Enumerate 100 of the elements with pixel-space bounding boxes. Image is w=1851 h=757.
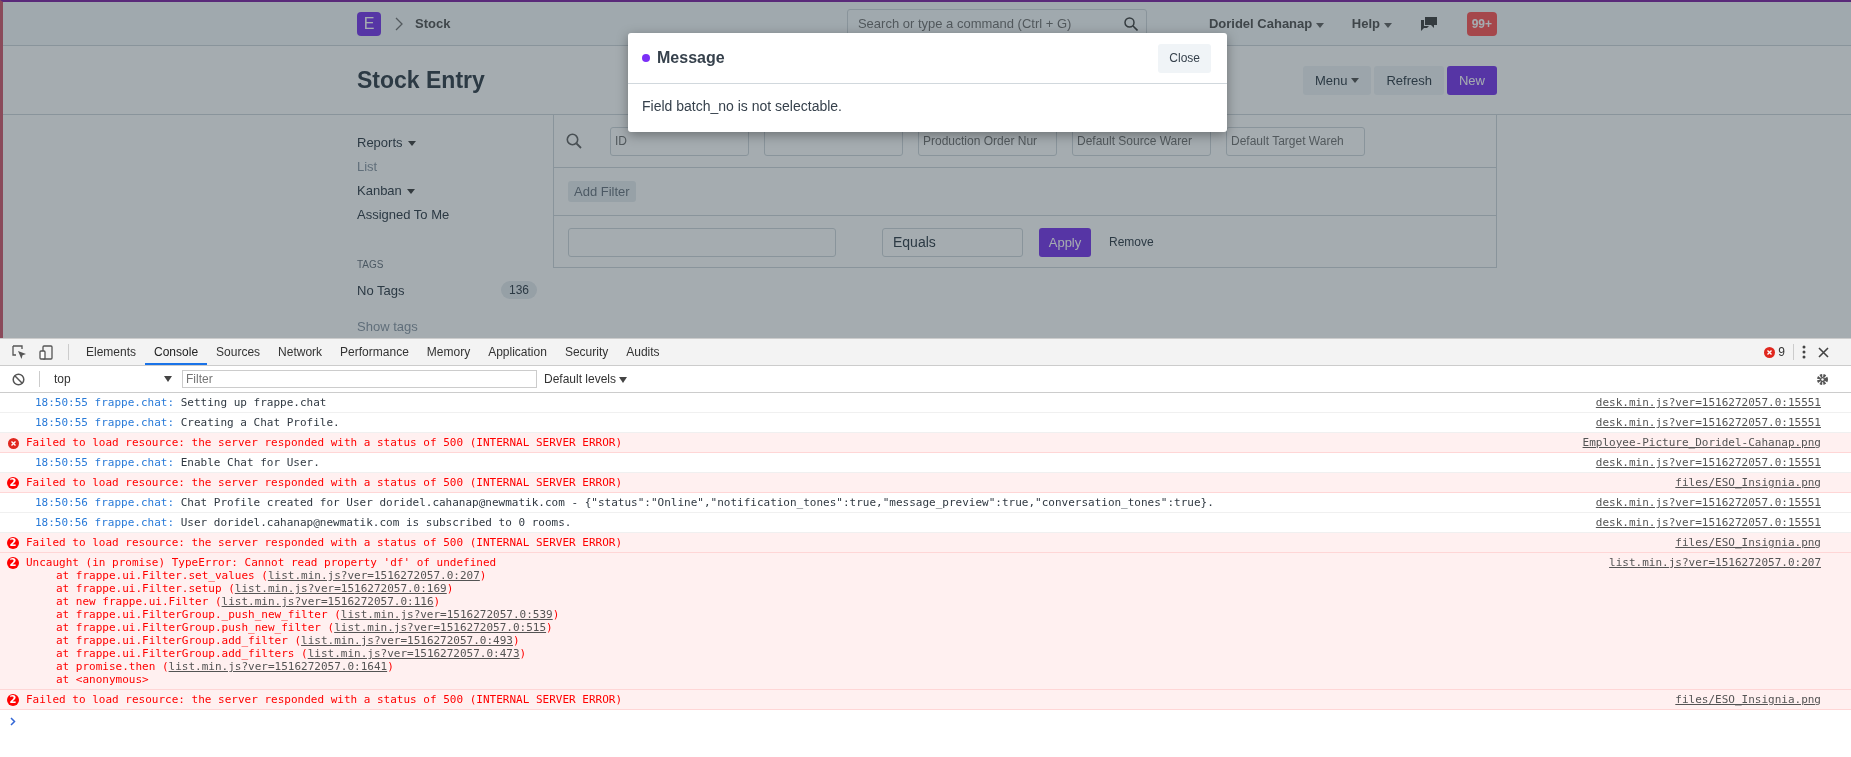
settings-icon[interactable]: [1816, 372, 1829, 386]
stack-paren: ): [387, 660, 394, 673]
apply-button[interactable]: Apply: [1039, 227, 1091, 257]
filter-field[interactable]: [568, 227, 836, 257]
log-timestamp: 18:50:55: [35, 416, 88, 429]
close-icon[interactable]: [1818, 346, 1829, 358]
help-menu[interactable]: Help: [1351, 16, 1392, 31]
stack-link[interactable]: list.min.js?ver=1516272057.0:169: [234, 582, 447, 595]
stack-link[interactable]: list.min.js?ver=1516272057.0:207: [267, 569, 480, 582]
stack-link[interactable]: list.min.js?ver=1516272057.0:1641: [168, 660, 388, 673]
stack-paren: ): [546, 621, 553, 634]
context-select[interactable]: top: [48, 372, 178, 386]
log-source: frappe.chat:: [94, 516, 175, 529]
inspect-icon[interactable]: [12, 344, 27, 360]
error-message: Failed to load resource: the server responded with a status of 500 (INTERNAL SERVER ERROR): [26, 436, 624, 449]
dialog-message: Field batch_no is not selectable.: [641, 97, 843, 116]
sidebar-item[interactable]: Assigned To Me: [357, 203, 553, 227]
log-message: User doridel.cahanap@newmatik.com is subscribed to 0 rooms.: [180, 516, 572, 529]
caret-icon: [407, 140, 416, 146]
stack-link[interactable]: list.min.js?ver=1516272057.0:493: [301, 634, 513, 647]
devtools-tab[interactable]: Application: [479, 339, 556, 365]
stack-frame: at frappe.ui.FilterGroup.push_new_filter (: [56, 621, 335, 634]
stack-link[interactable]: list.min.js?ver=1516272057.0:116: [221, 595, 434, 608]
status-dot-icon: [642, 54, 650, 62]
levels-dropdown[interactable]: Default levels: [544, 372, 628, 386]
page-button[interactable]: New: [1447, 65, 1497, 95]
source-link[interactable]: Employee-Picture_Doridel-Cahanap.png: [1582, 436, 1821, 449]
caret-icon: [406, 188, 415, 194]
page-button[interactable]: Refresh: [1374, 65, 1444, 95]
caret-icon: [1383, 23, 1392, 28]
stack-paren: ): [552, 608, 560, 621]
caret-icon: [1351, 77, 1360, 83]
log-timestamp: 18:50:55: [35, 456, 88, 469]
log-source: frappe.chat:: [94, 496, 175, 509]
repeat-count-badge: 2: [7, 557, 19, 569]
devtools-tab[interactable]: Security: [555, 339, 618, 365]
filter-field[interactable]: Filter: [182, 370, 537, 388]
stack-frame: at frappe.ui.FilterGroup._push_new_filter (: [56, 608, 341, 621]
kebab-menu-icon[interactable]: [1802, 345, 1806, 359]
repeat-count-badge: 2: [7, 694, 19, 706]
chevron-right-icon: [395, 16, 403, 31]
sidebar-item[interactable]: Reports: [357, 131, 553, 155]
caret-icon: [1315, 23, 1324, 28]
prompt-chevron-icon[interactable]: [10, 717, 16, 726]
source-link[interactable]: desk.min.js?ver=1516272057.0:15551: [1595, 516, 1821, 529]
error-icon: [1764, 346, 1776, 358]
app-logo[interactable]: E: [357, 11, 381, 36]
tag-link[interactable]: No Tags: [357, 282, 405, 298]
source-link[interactable]: list.min.js?ver=1516272057.0:207: [1609, 556, 1821, 569]
devtools-tab[interactable]: Audits: [617, 339, 669, 365]
stack-paren: ): [479, 569, 487, 582]
source-link[interactable]: desk.min.js?ver=1516272057.0:15551: [1595, 456, 1821, 469]
tags-heading: TAGS: [357, 259, 385, 272]
stack-link[interactable]: list.min.js?ver=1516272057.0:515: [334, 621, 547, 634]
error-message: Failed to load resource: the server responded with a status of 500 (INTERNAL SERVER ERROR): [26, 693, 624, 706]
error-message: Uncaught (in promise) TypeError: Cannot read property 'df' of undefined: [26, 556, 498, 569]
user-menu[interactable]: Doridel Cahanap: [1208, 16, 1324, 31]
source-link[interactable]: desk.min.js?ver=1516272057.0:15551: [1595, 416, 1821, 429]
stack-paren: ): [519, 647, 527, 660]
error-count[interactable]: 9: [1778, 345, 1785, 359]
sidebar-item[interactable]: Kanban: [357, 179, 553, 203]
stack-frame: at promise.then (: [56, 660, 169, 673]
devtools-tab[interactable]: Elements: [77, 339, 146, 365]
close-button[interactable]: Close: [1158, 43, 1211, 73]
source-link[interactable]: files/ESO_Insignia.png: [1675, 693, 1821, 706]
caret-icon: [619, 377, 628, 383]
log-timestamp: 18:50:55: [35, 396, 88, 409]
log-message: Chat Profile created for User doridel.cahanap@newmatik.com - {"status":"Online","notification_tones":true,"message_preview":true,"conversation_tones":true}.: [180, 496, 1214, 509]
device-icon[interactable]: [39, 344, 54, 360]
stack-paren: ): [446, 582, 454, 595]
search-icon: [566, 133, 582, 149]
stack-frame: at frappe.ui.FilterGroup.add_filters (: [56, 647, 308, 660]
stack-frame: at frappe.ui.Filter.set_values (: [56, 569, 268, 582]
source-link[interactable]: files/ESO_Insignia.png: [1675, 536, 1821, 549]
remove-button[interactable]: Remove: [1103, 234, 1160, 250]
source-link[interactable]: files/ESO_Insignia.png: [1675, 476, 1821, 489]
source-link[interactable]: desk.min.js?ver=1516272057.0:15551: [1595, 396, 1821, 409]
devtools-tab[interactable]: Sources: [207, 339, 270, 365]
stack-link[interactable]: list.min.js?ver=1516272057.0:539: [340, 608, 553, 621]
log-message: Creating a Chat Profile.: [180, 416, 340, 429]
caret-icon: [164, 376, 172, 382]
breadcrumb-link[interactable]: Stock: [415, 16, 451, 31]
stack-frame: at <anonymous>: [56, 673, 149, 686]
chat-icon[interactable]: [1419, 16, 1438, 31]
devtools-tab[interactable]: Performance: [331, 339, 418, 365]
search-icon: [1123, 16, 1138, 31]
stack-frame: at frappe.ui.FilterGroup.add_filter (: [56, 634, 302, 647]
clear-console-icon[interactable]: [12, 372, 25, 386]
menu-button[interactable]: Menu: [1302, 65, 1372, 95]
devtools-tab[interactable]: Memory: [417, 339, 480, 365]
stack-link[interactable]: list.min.js?ver=1516272057.0:473: [307, 647, 520, 660]
tag-count: 136: [500, 281, 537, 299]
devtools-tab[interactable]: Network: [269, 339, 332, 365]
page-title: Stock Entry: [357, 66, 486, 94]
condition-select[interactable]: Equals: [882, 227, 1023, 257]
error-icon: [7, 438, 19, 449]
source-link[interactable]: desk.min.js?ver=1516272057.0:15551: [1595, 496, 1821, 509]
log-timestamp: 18:50:56: [35, 516, 88, 529]
filter-field[interactable]: Default Target Wareh: [1226, 126, 1365, 156]
stack-frame: at new frappe.ui.Filter (: [56, 595, 222, 608]
